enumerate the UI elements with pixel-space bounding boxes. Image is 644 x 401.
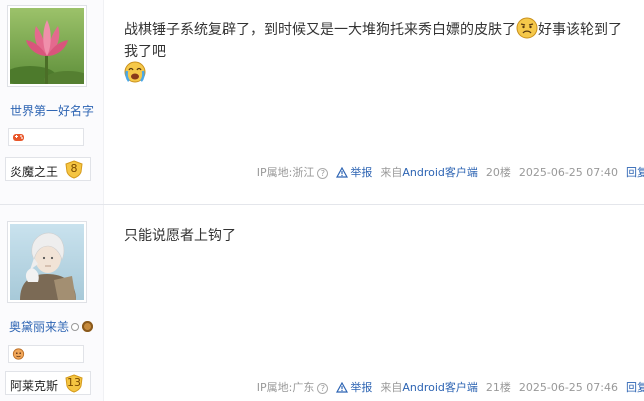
frowning-face-emoji-icon bbox=[516, 17, 538, 39]
username-text: 奥黛丽来恙 bbox=[9, 320, 70, 334]
floor-number: 20楼 bbox=[485, 166, 511, 179]
post-time: 2025-06-25 07:40 bbox=[518, 165, 618, 179]
level-number: 8 bbox=[70, 162, 78, 175]
level-badge[interactable]: 阿莱克斯 13 bbox=[5, 371, 91, 395]
warning-triangle-icon bbox=[336, 381, 349, 393]
crying-face-emoji-icon bbox=[124, 61, 146, 83]
report-label: 举报 bbox=[350, 166, 373, 179]
level-number: 13 bbox=[67, 376, 81, 389]
level-title: 阿莱克斯 bbox=[10, 379, 59, 393]
floor-number: 21楼 bbox=[485, 381, 511, 394]
post-tail: IP属地:广东? 举报 来自Android客户端 21楼 2025-06-25 … bbox=[249, 380, 644, 394]
avatar[interactable] bbox=[7, 5, 87, 87]
post-content: 只能说愿者上钩了 bbox=[124, 225, 634, 247]
author-sidebar: 世界第一好名字 炎魔之王 8 bbox=[0, 0, 104, 204]
avatar[interactable] bbox=[7, 221, 87, 303]
username[interactable]: 世界第一好名字 bbox=[0, 102, 104, 119]
post-floor-21: 奥黛丽来恙 阿莱克斯 13 只能说愿者上钩了 IP属地:广东? 举报 来自And… bbox=[0, 205, 644, 401]
lotus-flower-avatar-icon bbox=[10, 8, 84, 84]
verified-badge-icon bbox=[71, 322, 80, 331]
post-floor-20: 世界第一好名字 炎魔之王 8 战棋锤子系统复辟了，到时候又是一大堆狗托来秀白嫖的… bbox=[0, 0, 644, 204]
lion-icon bbox=[82, 321, 94, 333]
client-link[interactable]: Android客户端 bbox=[402, 381, 478, 394]
post-tail: IP属地:浙江? 举报 来自Android客户端 20楼 2025-06-25 … bbox=[249, 165, 644, 179]
post-text: 战棋锤子系统复辟了，到时候又是一大堆狗托来秀白嫖的皮肤了 bbox=[124, 22, 516, 38]
ip-location: IP属地:浙江? bbox=[257, 164, 329, 180]
level-title: 炎魔之王 bbox=[10, 165, 59, 179]
gamepad-medal-icon bbox=[13, 134, 24, 141]
author-sidebar: 奥黛丽来恙 阿莱克斯 13 bbox=[0, 205, 104, 401]
post-content: 战棋锤子系统复辟了，到时候又是一大堆狗托来秀白嫖的皮肤了 好事该轮到了我了吧 bbox=[124, 17, 634, 85]
report-link[interactable]: 举报 bbox=[336, 379, 372, 395]
medal-box[interactable] bbox=[8, 128, 84, 146]
question-circle-icon[interactable]: ? bbox=[317, 383, 329, 394]
report-link[interactable]: 举报 bbox=[336, 164, 372, 180]
warning-triangle-icon bbox=[336, 166, 349, 178]
reply-button[interactable]: 回复 bbox=[626, 164, 644, 180]
report-label: 举报 bbox=[350, 381, 373, 394]
post-text: 只能说愿者上钩了 bbox=[124, 228, 236, 244]
post-source: 来自Android客户端 bbox=[380, 166, 478, 179]
username[interactable]: 奥黛丽来恙 bbox=[0, 318, 104, 335]
ip-location: IP属地:广东? bbox=[257, 379, 329, 395]
level-badge[interactable]: 炎魔之王 8 bbox=[5, 157, 91, 181]
medal-box[interactable] bbox=[8, 345, 84, 363]
post-source: 来自Android客户端 bbox=[380, 381, 478, 394]
client-link[interactable]: Android客户端 bbox=[402, 166, 478, 179]
anime-character-avatar-icon bbox=[10, 224, 84, 300]
reply-button[interactable]: 回复 bbox=[626, 379, 644, 395]
monkey-medal-icon bbox=[12, 348, 25, 360]
question-circle-icon[interactable]: ? bbox=[317, 168, 329, 179]
post-time: 2025-06-25 07:46 bbox=[518, 380, 618, 394]
